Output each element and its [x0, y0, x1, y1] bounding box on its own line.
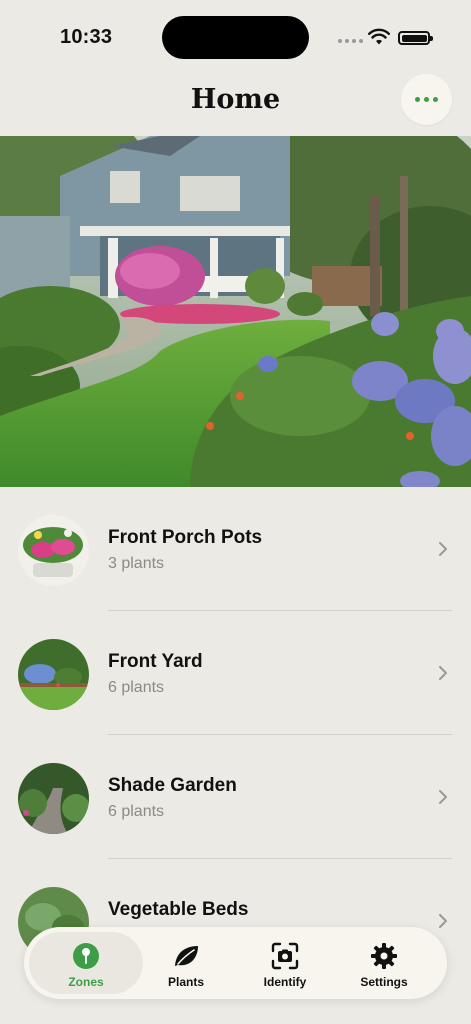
zone-list: Front Porch Pots 3 plants Front Yard 6 p… — [0, 487, 471, 983]
zone-name: Vegetable Beds — [108, 899, 249, 920]
tab-bar: Zones Plants Identify Settings — [24, 927, 447, 999]
tab-zones[interactable]: Zones — [29, 932, 143, 994]
tab-settings[interactable]: Settings — [327, 932, 441, 994]
chevron-right-icon — [439, 666, 447, 680]
cellular-signal-icon — [338, 39, 363, 43]
status-bar: 10:33 — [0, 0, 471, 70]
tab-label: Settings — [360, 975, 408, 989]
status-time: 10:33 — [60, 26, 113, 48]
chevron-right-icon — [439, 914, 447, 928]
chevron-right-icon — [439, 790, 447, 804]
gear-icon — [369, 941, 399, 971]
tab-plants[interactable]: Plants — [129, 932, 243, 994]
zone-plant-count: 6 plants — [108, 803, 165, 820]
zone-name: Front Yard — [108, 651, 203, 672]
zone-thumbnail — [18, 763, 89, 834]
tab-label: Zones — [68, 975, 104, 989]
more-options-button[interactable] — [401, 74, 452, 125]
dynamic-island — [162, 16, 309, 59]
zone-thumbnail — [18, 515, 89, 586]
tab-label: Identify — [263, 975, 307, 989]
zone-row-shade-garden[interactable]: Shade Garden 6 plants — [0, 735, 471, 859]
zone-plant-count: 3 plants — [108, 555, 165, 572]
ellipsis-icon — [415, 97, 420, 102]
pin-icon — [71, 941, 101, 971]
leaf-icon — [171, 941, 201, 971]
wifi-icon — [368, 28, 390, 45]
zone-plant-count: 6 plants — [108, 679, 165, 696]
zone-row-front-porch-pots[interactable]: Front Porch Pots 3 plants — [0, 487, 471, 611]
battery-icon — [398, 31, 433, 45]
tab-label: Plants — [167, 975, 204, 989]
hero-garden-image — [0, 136, 471, 487]
chevron-right-icon — [439, 542, 447, 556]
tab-identify[interactable]: Identify — [228, 932, 342, 994]
zone-name: Front Porch Pots — [108, 527, 263, 548]
zone-row-front-yard[interactable]: Front Yard 6 plants — [0, 611, 471, 735]
zone-thumbnail — [18, 639, 89, 710]
camera-icon — [270, 941, 300, 971]
zone-name: Shade Garden — [108, 775, 237, 796]
